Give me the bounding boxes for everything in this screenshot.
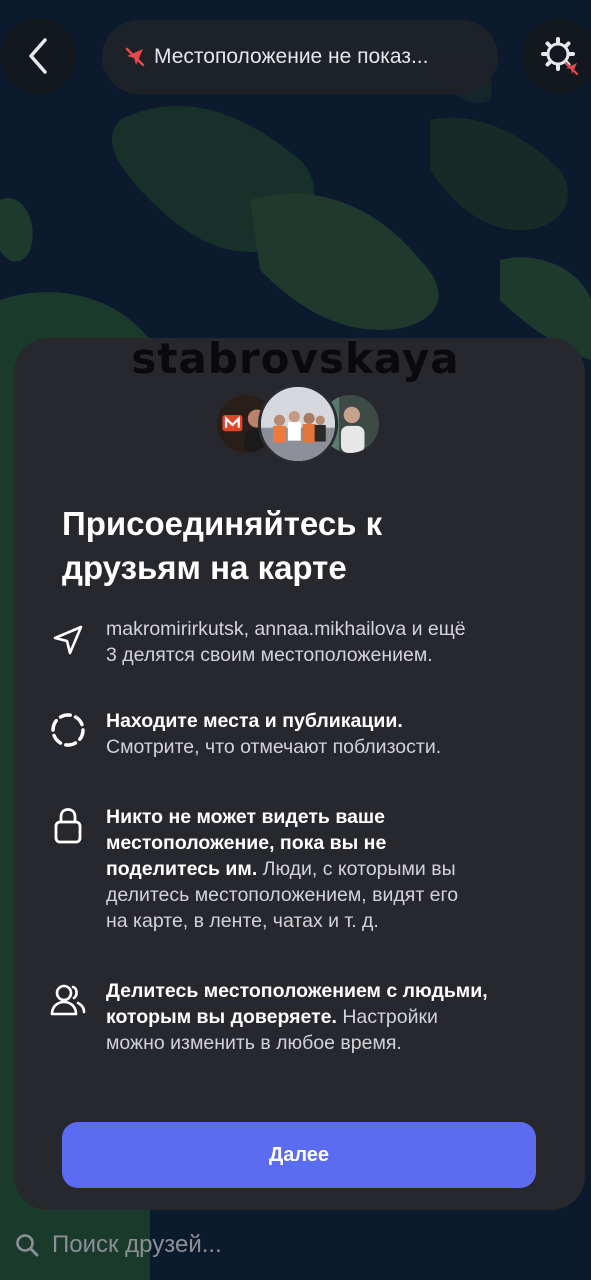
search-input[interactable]: Поиск друзей... xyxy=(52,1231,222,1259)
heading-line-1: Присоединяйтесь к xyxy=(62,505,383,542)
onboarding-sheet xyxy=(14,338,585,1210)
feature-bold-text: которым вы доверяете. xyxy=(106,1006,337,1028)
people-icon xyxy=(50,984,86,1016)
search-friends-bar[interactable]: Поиск друзей... xyxy=(0,1210,591,1280)
feature-line: 3 делятся своим местоположением. xyxy=(106,644,433,666)
feature-inline-text: Люди, с которыми вы xyxy=(257,858,456,880)
location-status-pill[interactable]: Местоположение не показ... xyxy=(102,20,498,94)
feature-line: можно изменить в любое время. xyxy=(106,1032,402,1054)
heading-line-2: друзьям на карте xyxy=(62,549,347,586)
back-button[interactable] xyxy=(0,18,76,94)
next-button[interactable]: Далее xyxy=(62,1122,536,1188)
feature-line: делитесь местоположением, видят его xyxy=(106,884,459,906)
friends-avatar-stack xyxy=(214,384,386,464)
feature-bold-text: местоположение, пока вы не xyxy=(106,832,387,854)
feature-inline-text: Настройки xyxy=(336,1006,438,1028)
sheet-heading: Присоединяйтесь к друзьям на карте xyxy=(62,502,532,590)
avatar xyxy=(258,384,338,464)
location-settings-button[interactable] xyxy=(522,18,591,94)
feature-text: Находите места и публикации. Смотрите, ч… xyxy=(106,708,552,760)
feature-line: makromirirkutsk, annaa.mikhailova и ещё xyxy=(106,618,466,640)
feature-text: makromirirkutsk, annaa.mikhailova и ещё … xyxy=(106,616,552,668)
location-status-text: Местоположение не показ... xyxy=(154,45,429,68)
feature-line: Смотрите, что отмечают поблизости. xyxy=(106,736,442,758)
dashed-circle-icon xyxy=(51,713,85,747)
lock-icon xyxy=(54,808,82,844)
navigation-arrow-icon xyxy=(53,625,83,655)
watermark-username: stabrovskaya xyxy=(131,334,460,383)
chevron-left-icon xyxy=(29,38,47,74)
search-icon xyxy=(16,1234,39,1257)
location-off-icon xyxy=(125,47,145,67)
feature-bold-text: поделитесь им. xyxy=(106,858,258,880)
map-screen: Местоположение не показ... stabrovskaya xyxy=(0,0,591,1280)
feature-line: на карте, в ленте, чатах и т. д. xyxy=(106,910,379,932)
feature-bold-text: Находите места и публикации. xyxy=(106,710,403,732)
feature-bold-text: Никто не может видеть ваше xyxy=(106,806,386,828)
feature-bold-text: Делитесь местоположением с людьми, xyxy=(106,980,488,1002)
feature-text: Делитесь местоположением с людьми, котор… xyxy=(106,978,552,1056)
gear-location-off-icon xyxy=(541,37,578,75)
feature-text: Никто не может видеть ваше местоположени… xyxy=(106,804,552,934)
